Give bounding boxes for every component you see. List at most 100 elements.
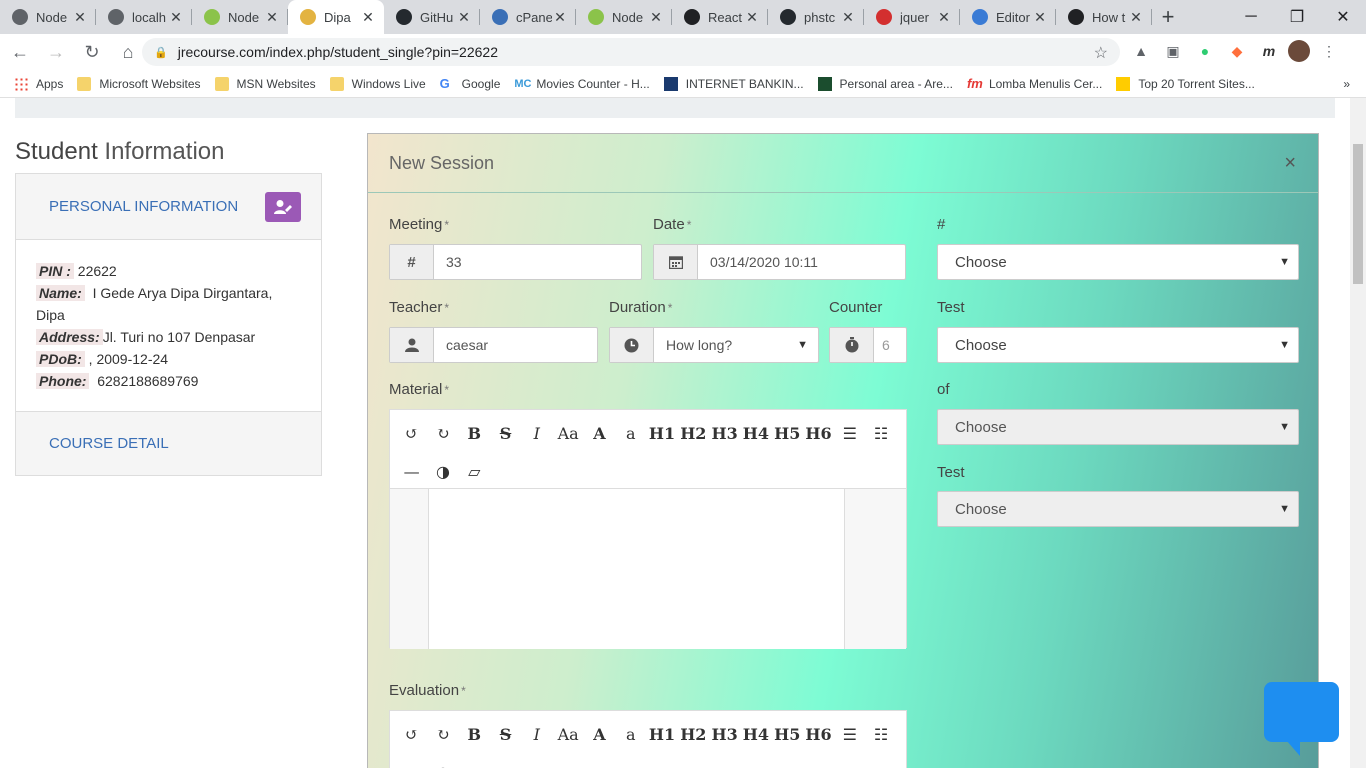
bookmark-item[interactable]: Top 20 Torrent Sites... (1116, 76, 1255, 91)
tab-close-icon[interactable]: ✕ (552, 9, 568, 26)
evaluation-toolbar-button[interactable]: I (521, 715, 552, 753)
evaluation-toolbar-button[interactable]: H1 (646, 715, 677, 753)
evaluation-toolbar-button[interactable]: — (396, 753, 427, 768)
browser-tab[interactable]: Node ✕ (192, 0, 288, 34)
browser-tab[interactable]: localh ✕ (96, 0, 192, 34)
material-toolbar-button[interactable]: a (615, 414, 646, 452)
m-icon[interactable]: m (1256, 38, 1282, 64)
drive-icon[interactable]: ▲ (1128, 38, 1154, 64)
tab-close-icon[interactable]: ✕ (936, 9, 952, 26)
address-bar[interactable]: 🔒 jrecourse.com/index.php/student_single… (142, 38, 1120, 66)
new-tab-button[interactable]: + (1152, 0, 1184, 34)
close-icon[interactable]: × (1284, 152, 1296, 175)
material-toolbar-button[interactable]: H5 (772, 414, 803, 452)
browser-tab[interactable]: cPane ✕ (480, 0, 576, 34)
material-toolbar-button[interactable]: ↻ (427, 414, 458, 452)
tab-close-icon[interactable]: ✕ (360, 9, 376, 26)
tab-close-icon[interactable]: ✕ (168, 9, 184, 26)
material-toolbar-button[interactable]: H3 (709, 414, 740, 452)
course-detail-label[interactable]: COURSE DETAIL (49, 435, 169, 452)
browser-tab[interactable]: Node ✕ (0, 0, 96, 34)
material-toolbar-button[interactable]: S (490, 414, 521, 452)
bookmark-item[interactable]: MSN Websites (214, 76, 316, 91)
maximize-button[interactable]: ❐ (1274, 0, 1320, 34)
evaluation-toolbar-button[interactable]: a (615, 715, 646, 753)
material-toolbar-button[interactable]: ↺ (396, 414, 427, 452)
test1-select[interactable]: Choose ▼ (937, 327, 1299, 363)
evaluation-toolbar-button[interactable]: S (490, 715, 521, 753)
bookmark-item[interactable]: MC Movies Counter - H... (514, 77, 649, 91)
evaluation-toolbar-button[interactable]: ☰ (834, 715, 865, 753)
more-bookmarks-icon[interactable]: » (1343, 77, 1350, 91)
material-toolbar-button[interactable]: A (584, 414, 615, 452)
browser-tab[interactable]: React ✕ (672, 0, 768, 34)
tab-close-icon[interactable]: ✕ (840, 9, 856, 26)
tab-close-icon[interactable]: ✕ (1128, 9, 1144, 26)
bookmark-item[interactable]: Personal area - Are... (817, 76, 953, 91)
tab-close-icon[interactable]: ✕ (264, 9, 280, 26)
personal-info-header[interactable]: PERSONAL INFORMATION (15, 173, 322, 240)
evaluation-toolbar-button[interactable]: Aa (552, 715, 583, 753)
tab-close-icon[interactable]: ✕ (456, 9, 472, 26)
material-toolbar-button[interactable]: — (396, 452, 427, 490)
evaluation-toolbar-button[interactable]: H4 (740, 715, 771, 753)
menu-icon[interactable]: ⋮ (1316, 38, 1342, 64)
duration-select[interactable]: How long? ▼ (654, 328, 818, 362)
test2-select[interactable]: Choose ▼ (937, 491, 1299, 527)
bookmark-item[interactable]: G Google (440, 76, 501, 91)
tab-close-icon[interactable]: ✕ (1032, 9, 1048, 26)
minimize-button[interactable]: ─ (1228, 0, 1274, 34)
page-scrollbar[interactable] (1350, 98, 1366, 768)
evaluation-toolbar-button[interactable]: H6 (803, 715, 834, 753)
material-toolbar-button[interactable]: I (521, 414, 552, 452)
evaluation-toolbar-button[interactable]: ↺ (396, 715, 427, 753)
apps-button[interactable]: Apps (14, 76, 63, 91)
counter-input[interactable]: 6 (874, 328, 906, 362)
browser-tab[interactable]: Node ✕ (576, 0, 672, 34)
material-toolbar-button[interactable]: Aa (552, 414, 583, 452)
evaluation-toolbar-button[interactable]: ☷ (865, 715, 896, 753)
browser-tab[interactable]: phstc ✕ (768, 0, 864, 34)
forward-button[interactable]: → (40, 36, 72, 68)
home-button[interactable]: ⌂ (112, 36, 144, 68)
material-toolbar-button[interactable]: H2 (678, 414, 709, 452)
close-window-button[interactable]: ✕ (1320, 0, 1366, 34)
evaluation-toolbar-button[interactable]: A (584, 715, 615, 753)
browser-tab[interactable]: How t ✕ (1056, 0, 1152, 34)
evaluation-toolbar-button[interactable]: H3 (709, 715, 740, 753)
meeting-input[interactable]: 33 (434, 245, 641, 279)
chat-widget-button[interactable] (1264, 682, 1339, 756)
teacher-input[interactable]: caesar (434, 328, 597, 362)
material-toolbar-button[interactable]: ☰ (834, 414, 865, 452)
browser-tab[interactable]: GitHu ✕ (384, 0, 480, 34)
hash-select[interactable]: Choose ▼ (937, 244, 1299, 280)
material-textarea[interactable] (428, 489, 845, 649)
material-toolbar-button[interactable]: H6 (803, 414, 834, 452)
tab-close-icon[interactable]: ✕ (648, 9, 664, 26)
evaluation-toolbar-button[interactable]: H2 (678, 715, 709, 753)
evaluation-toolbar-button[interactable]: H5 (772, 715, 803, 753)
extension-orange-icon[interactable]: ◆ (1224, 38, 1250, 64)
browser-tab[interactable]: Dipa ✕ (288, 0, 384, 34)
material-toolbar-button[interactable]: ▱ (459, 452, 490, 490)
bookmark-item[interactable]: fm Lomba Menulis Cer... (967, 76, 1102, 91)
evaluation-toolbar-button[interactable]: B (459, 715, 490, 753)
bookmark-star-icon[interactable]: ☆ (1094, 43, 1108, 63)
course-detail-link[interactable]: COURSE DETAIL (15, 411, 322, 476)
edit-user-button[interactable] (265, 191, 301, 222)
reload-button[interactable]: ↻ (76, 36, 108, 68)
personal-info-label[interactable]: PERSONAL INFORMATION (49, 198, 238, 215)
tab-close-icon[interactable]: ✕ (72, 9, 88, 26)
evaluation-toolbar-button[interactable]: ◑ (427, 753, 458, 768)
bookmark-item[interactable]: INTERNET BANKIN... (663, 76, 804, 91)
line-icon[interactable]: ▣ (1160, 38, 1186, 64)
of-select[interactable]: Choose ▼ (937, 409, 1299, 445)
profile-avatar[interactable] (1288, 40, 1310, 62)
share-icon[interactable]: ● (1192, 38, 1218, 64)
back-button[interactable]: ← (4, 36, 36, 68)
material-toolbar-button[interactable]: H4 (740, 414, 771, 452)
material-toolbar-button[interactable]: ☷ (865, 414, 896, 452)
evaluation-toolbar-button[interactable]: ▱ (459, 753, 490, 768)
tab-close-icon[interactable]: ✕ (744, 9, 760, 26)
bookmark-item[interactable]: Microsoft Websites (77, 76, 201, 91)
